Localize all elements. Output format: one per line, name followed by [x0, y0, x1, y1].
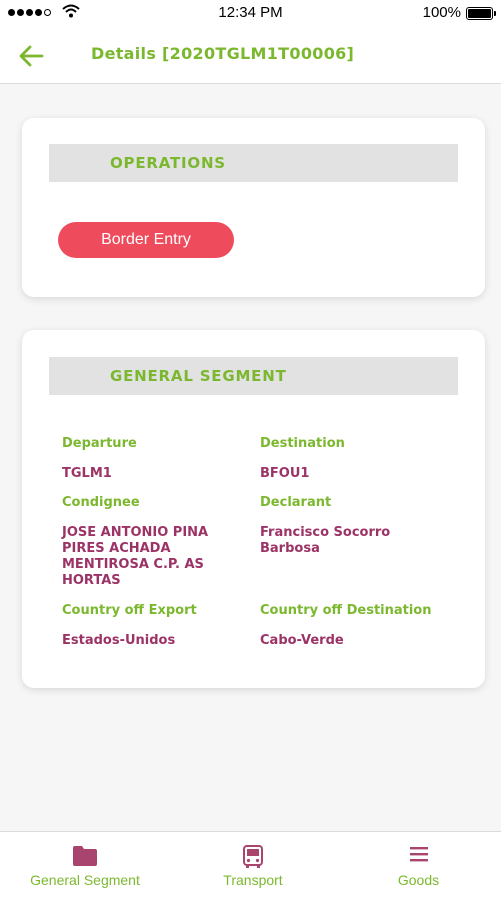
general-segment-card: GENERAL SEGMENT Departure Destination TG…: [22, 330, 485, 688]
export-country-value: Estados-Unidos: [62, 633, 176, 648]
destination-country-label: Country off Destination: [260, 603, 432, 618]
tab-general-segment[interactable]: General Segment: [0, 832, 170, 900]
tab-transport-label: Transport: [223, 872, 283, 888]
app-header: Details [2020TGLM1T00006]: [0, 26, 501, 84]
border-entry-button[interactable]: Border Entry: [58, 222, 234, 258]
consignee-value-line-2: PIRES ACHADA: [62, 541, 171, 556]
battery-icon: [466, 7, 496, 20]
consignee-value-line-4: HORTAS: [62, 573, 121, 588]
operations-card: OPERATIONS Border Entry: [22, 118, 485, 297]
departure-label: Departure: [62, 436, 137, 451]
back-button[interactable]: [16, 41, 46, 71]
declarant-label: Declarant: [260, 495, 332, 510]
operations-section-header: OPERATIONS: [49, 144, 458, 182]
general-segment-section-header: GENERAL SEGMENT: [49, 357, 458, 395]
destination-value: BFOU1: [260, 466, 310, 481]
consignee-value-line-1: JOSE ANTONIO PINA: [62, 525, 209, 540]
bottom-tab-bar: General Segment Transport Goods: [0, 831, 501, 900]
status-bar: 12:34 PM 100%: [0, 0, 501, 26]
consignee-label: Condignee: [62, 495, 140, 510]
departure-value: TGLM1: [62, 466, 112, 481]
export-country-label: Country off Export: [62, 603, 197, 618]
declarant-value-line-2: Barbosa: [260, 541, 320, 556]
bus-icon: [243, 845, 263, 868]
destination-label: Destination: [260, 436, 345, 451]
tab-goods-label: Goods: [397, 872, 440, 888]
tab-goods[interactable]: Goods: [336, 832, 501, 900]
list-icon: [409, 847, 428, 862]
operations-title: OPERATIONS: [110, 154, 226, 172]
tab-transport[interactable]: Transport: [170, 832, 336, 900]
consignee-value-line-3: MENTIROSA C.P. AS: [62, 557, 204, 572]
folder-icon: [73, 846, 97, 866]
general-segment-title: GENERAL SEGMENT: [110, 367, 287, 385]
arrow-left-icon: [19, 45, 44, 67]
page-title: Details [2020TGLM1T00006]: [91, 44, 355, 63]
declarant-value-line-1: Francisco Socorro: [260, 525, 391, 540]
tab-general-segment-label: General Segment: [30, 872, 140, 888]
destination-country-value: Cabo-Verde: [260, 633, 344, 648]
battery-percentage: 100%: [422, 4, 461, 21]
